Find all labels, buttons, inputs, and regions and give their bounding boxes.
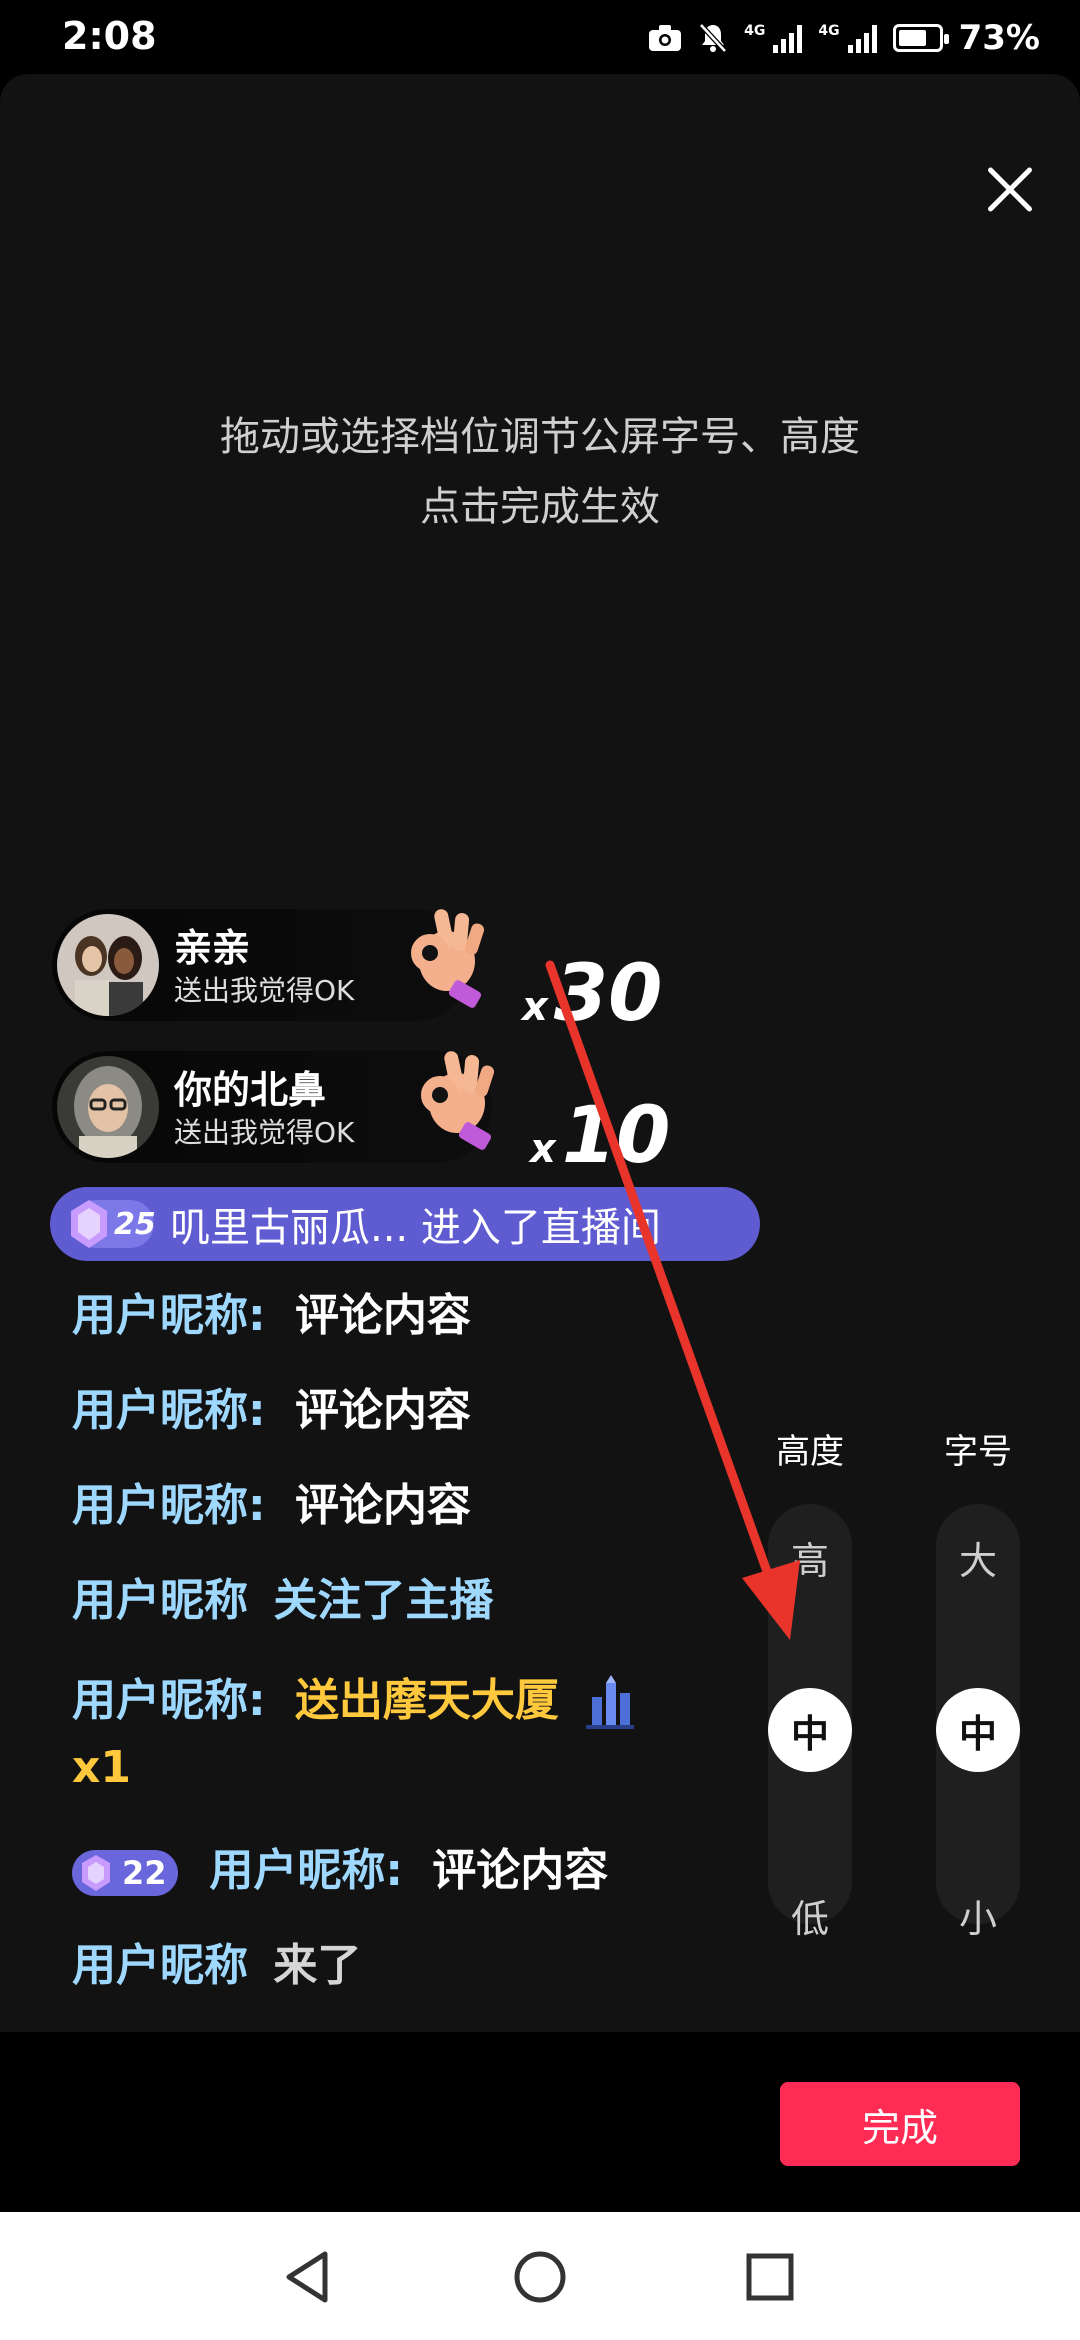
level-number: 25 — [114, 1206, 156, 1242]
done-button[interactable]: 完成 — [780, 2082, 1020, 2166]
recents-icon[interactable] — [735, 2242, 805, 2312]
hint-line-1: 拖动或选择档位调节公屏字号、高度 — [220, 414, 860, 460]
height-option-high[interactable]: 高 — [768, 1530, 852, 1585]
ok-hand-icon — [421, 1051, 495, 1150]
level-badge: 25 — [71, 1200, 156, 1248]
gem-icon — [82, 1855, 110, 1891]
comment-user: 用户昵称: — [209, 1845, 403, 1896]
signal-icon — [773, 23, 803, 53]
height-slider-label: 高度 — [776, 1432, 844, 1472]
system-nav-bar — [0, 2212, 1080, 2340]
gift-sender-name: 亲亲 — [174, 926, 251, 970]
height-slider-knob[interactable]: 中 — [768, 1688, 852, 1772]
battery-percent: 73% — [958, 18, 1040, 58]
status-time: 2:08 — [62, 14, 157, 58]
building-gift-icon — [586, 1675, 635, 1729]
live-preview-panel: 拖动或选择档位调节公屏字号、高度 点击完成生效 亲亲 送出我觉得OK x30 你… — [0, 74, 1080, 2032]
font-size-option-large[interactable]: 大 — [936, 1530, 1020, 1585]
network-type-1: 4G — [744, 23, 766, 39]
comment-text: 评论内容 — [294, 1385, 471, 1436]
comment-row: 用户昵称: 评论内容 — [72, 1469, 471, 1533]
battery-fill — [898, 30, 927, 46]
comment-text: 评论内容 — [294, 1480, 471, 1531]
gem-icon — [71, 1200, 107, 1248]
avatar[interactable] — [57, 914, 159, 1016]
gift-comment-row: 用户昵称: 送出摩天大厦 — [72, 1664, 638, 1731]
follow-text: 关注了主播 — [273, 1575, 494, 1626]
comment-user: 用户昵称 — [72, 1940, 248, 1991]
bottom-action-bar: 完成 — [0, 2032, 1080, 2212]
gift-description: 送出我觉得OK — [174, 974, 355, 1007]
font-size-option-small[interactable]: 小 — [936, 1888, 1020, 1943]
home-icon[interactable] — [505, 2242, 575, 2312]
comment-text: 评论内容 — [294, 1290, 471, 1341]
height-option-low[interactable]: 低 — [768, 1888, 852, 1943]
gift-text: 送出摩天大厦 — [294, 1675, 559, 1726]
close-button[interactable] — [972, 152, 1048, 228]
back-icon[interactable] — [275, 2242, 345, 2312]
signal-icon-2 — [847, 23, 877, 53]
comment-user: 用户昵称: — [72, 1480, 266, 1531]
arrival-text: 来了 — [273, 1940, 362, 1991]
comment-user: 用户昵称: — [72, 1385, 266, 1436]
level-badge: 22 — [72, 1850, 178, 1896]
gift-description: 送出我觉得OK — [174, 1116, 355, 1149]
font-size-slider-label: 字号 — [944, 1432, 1012, 1472]
arrival-row: 用户昵称 来了 — [72, 1929, 361, 1993]
comment-text: 评论内容 — [432, 1845, 609, 1896]
status-icons: 4G 4G 73% — [648, 18, 1040, 58]
gift-count: x10 — [530, 1091, 671, 1181]
comment-user: 用户昵称: — [72, 1675, 266, 1726]
ok-hand-icon — [411, 909, 485, 1008]
level-number: 22 — [122, 1854, 167, 1892]
avatar[interactable] — [57, 1056, 159, 1158]
hint-line-2: 点击完成生效 — [420, 484, 660, 530]
battery-icon — [892, 24, 949, 52]
entrance-banner: 25 叽里古丽瓜... 进入了直播间 — [50, 1187, 760, 1261]
comment-row: 用户昵称: 评论内容 — [72, 1279, 471, 1343]
gift-count-number: 30 — [553, 949, 663, 1039]
comment-user: 用户昵称: — [72, 1290, 266, 1341]
camera-icon — [649, 25, 682, 51]
comment-user: 用户昵称 — [72, 1575, 248, 1626]
network-type-2: 4G — [818, 23, 840, 39]
entrance-text: 叽里古丽瓜... 进入了直播间 — [170, 1205, 661, 1251]
comment-row: 用户昵称: 评论内容 — [72, 1374, 471, 1438]
font-size-slider-knob[interactable]: 中 — [936, 1688, 1020, 1772]
gift-sender-name: 你的北鼻 — [174, 1068, 327, 1112]
bell-muted-icon — [699, 23, 727, 53]
follow-row: 用户昵称 关注了主播 — [72, 1564, 493, 1628]
gift-comment-count: x1 — [72, 1742, 131, 1793]
comment-row: 22 用户昵称: 评论内容 — [72, 1834, 608, 1898]
gift-count: x30 — [522, 949, 663, 1039]
gift-count-number: 10 — [561, 1091, 671, 1181]
gift-count-row: x1 — [72, 1742, 131, 1793]
status-bar: 2:08 4G 4G 73% — [0, 0, 1080, 74]
